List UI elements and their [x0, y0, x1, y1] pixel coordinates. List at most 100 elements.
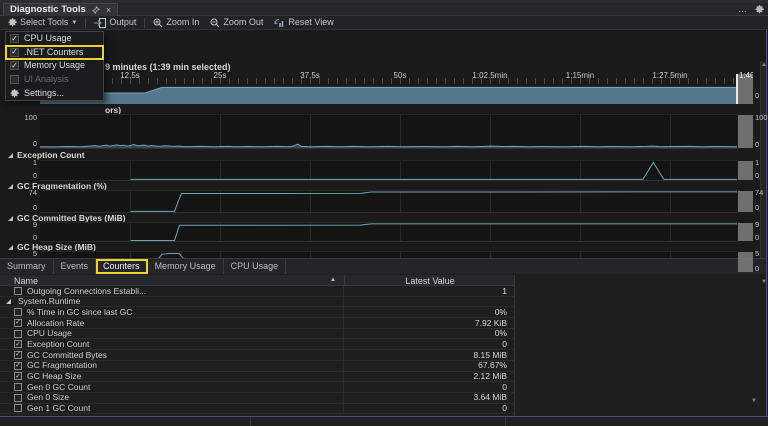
- counter-checkbox-checked[interactable]: [14, 319, 22, 327]
- counter-checkbox-unchecked[interactable]: [14, 383, 22, 391]
- menu-item-dotnet-counters[interactable]: .NET Counters: [6, 46, 103, 60]
- counter-row[interactable]: GC Heap Size2.12 MiB: [0, 372, 514, 383]
- counter-name: Allocation Rate: [27, 319, 84, 328]
- expand-icon[interactable]: [6, 299, 11, 304]
- gc-fragmentation-chart[interactable]: [40, 190, 737, 213]
- axis-label: 0: [755, 234, 767, 242]
- counter-latest-value: 0%: [344, 308, 514, 317]
- reset-view-label: Reset View: [288, 18, 333, 27]
- gutter-thumb[interactable]: [738, 252, 753, 272]
- counter-checkbox-unchecked[interactable]: [14, 394, 22, 402]
- counter-checkbox-checked[interactable]: [14, 362, 22, 370]
- cpu-section-title-fragment: ors): [105, 106, 121, 115]
- axis-label: 0: [7, 172, 37, 180]
- counter-row[interactable]: Gen 0 GC Count0: [0, 382, 514, 393]
- exception-count-section-header[interactable]: Exception Count: [8, 151, 85, 159]
- counter-checkbox-unchecked[interactable]: [14, 308, 22, 316]
- counter-row[interactable]: Allocation Rate7.92 KiB: [0, 318, 514, 329]
- diagnostics-toolbar: Select Tools ▼ Output Zoom In Zoom Out R…: [0, 16, 768, 30]
- checkbox-icon: [10, 34, 19, 43]
- counter-checkbox-checked[interactable]: [14, 372, 22, 380]
- bottom-panel: Summary Events Counters Memory Usage CPU…: [0, 258, 766, 416]
- counter-name: Gen 0 Size: [27, 393, 69, 402]
- tab-memory-usage[interactable]: Memory Usage: [148, 259, 224, 274]
- counter-name: CPU Usage: [27, 329, 72, 338]
- menu-item-label: UI Analysis: [24, 75, 69, 84]
- timeline-selection-band[interactable]: [40, 84, 737, 104]
- select-tools-button[interactable]: Select Tools ▼: [5, 17, 80, 28]
- counter-latest-value: 1: [344, 287, 514, 296]
- sort-ascending-icon[interactable]: ▲: [330, 277, 336, 283]
- tab-events[interactable]: Events: [54, 259, 97, 274]
- scroll-up-icon[interactable]: ▲: [761, 62, 767, 68]
- gutter-thumb[interactable]: [738, 191, 753, 212]
- menu-item-label: Memory Usage: [24, 61, 85, 70]
- counter-row[interactable]: Gen 0 Size3.64 MiB: [0, 393, 514, 404]
- counter-checkbox-unchecked[interactable]: [14, 287, 22, 295]
- counter-checkbox-unchecked[interactable]: [14, 330, 22, 338]
- menu-item-cpu-usage[interactable]: CPU Usage: [6, 32, 103, 46]
- collapse-icon[interactable]: [8, 153, 13, 158]
- cpu-usage-chart[interactable]: [40, 114, 737, 149]
- counter-row[interactable]: CPU Usage0%: [0, 329, 514, 340]
- tab-counters[interactable]: Counters: [96, 259, 148, 274]
- axis-label: 1: [7, 159, 37, 167]
- collapse-icon[interactable]: [8, 184, 13, 189]
- axis-label: 74: [7, 189, 37, 197]
- pin-icon[interactable]: [92, 6, 100, 14]
- axis-label: 0: [7, 234, 37, 242]
- close-icon[interactable]: ×: [106, 6, 111, 15]
- tab-label: Memory Usage: [155, 262, 216, 271]
- menu-item-ui-analysis: UI Analysis: [6, 73, 103, 87]
- cpu-right-min: 0: [755, 141, 767, 149]
- zoom-in-button[interactable]: Zoom In: [150, 17, 202, 29]
- menu-item-label: .NET Counters: [24, 48, 83, 57]
- tab-cpu-usage[interactable]: CPU Usage: [224, 259, 287, 274]
- counter-name: % Time in GC since last GC: [27, 308, 132, 317]
- counters-table-header: Name ▲ Latest Value: [0, 275, 515, 286]
- collapse-icon[interactable]: [8, 245, 13, 250]
- scroll-down-icon[interactable]: ▼: [761, 279, 767, 285]
- tab-summary[interactable]: Summary: [0, 259, 54, 274]
- collapse-icon[interactable]: [8, 216, 13, 221]
- menu-item-memory-usage[interactable]: Memory Usage: [6, 59, 103, 73]
- menu-item-settings[interactable]: Settings...: [6, 86, 103, 100]
- axis-label: 0: [755, 204, 767, 212]
- checkbox-icon: [10, 75, 19, 84]
- counter-checkbox-checked[interactable]: [14, 340, 22, 348]
- selection-edge-handle[interactable]: [736, 74, 738, 104]
- diagnostic-tools-tab[interactable]: Diagnostic Tools ×: [3, 3, 118, 16]
- checkbox-icon: [10, 48, 19, 57]
- menu-item-label: Settings...: [24, 89, 64, 98]
- counter-row[interactable]: GC Fragmentation67.67%: [0, 361, 514, 372]
- gear-icon[interactable]: [755, 5, 764, 14]
- tab-label: Counters: [103, 262, 140, 271]
- reset-view-button[interactable]: Reset View: [271, 17, 336, 29]
- column-header-name[interactable]: Name: [14, 277, 38, 286]
- cpu-section-header[interactable]: ors): [105, 106, 121, 114]
- cpu-gutter-thumb[interactable]: [738, 115, 753, 148]
- counter-row[interactable]: % Time in GC since last GC 0%: [0, 307, 514, 318]
- counter-latest-value: 8.15 MiB: [344, 351, 514, 360]
- exception-count-chart[interactable]: [40, 160, 737, 181]
- counter-latest-value: 0: [344, 404, 514, 413]
- counter-row[interactable]: Outgoing Connections Establi...1: [0, 286, 514, 297]
- counter-group-row[interactable]: System.Runtime: [0, 297, 514, 308]
- gutter-thumb[interactable]: [738, 161, 753, 180]
- counter-row[interactable]: Gen 1 GC Count0: [0, 404, 514, 415]
- diagnostic-tools-window: Diagnostic Tools × … Select Tools ▼ Outp…: [0, 0, 768, 426]
- zoom-out-button[interactable]: Zoom Out: [207, 17, 266, 29]
- column-header-latest-value[interactable]: Latest Value: [345, 277, 515, 286]
- more-options-icon[interactable]: …: [738, 5, 747, 14]
- counter-checkbox-checked[interactable]: [14, 351, 22, 359]
- counter-row[interactable]: GC Committed Bytes8.15 MiB: [0, 350, 514, 361]
- counter-checkbox-unchecked[interactable]: [14, 404, 22, 412]
- scroll-down-icon[interactable]: ▼: [751, 398, 757, 404]
- gutter-thumb[interactable]: [738, 223, 753, 241]
- gc-committed-bytes-chart[interactable]: [40, 222, 737, 242]
- timeline-tick: 37.5s: [300, 72, 320, 80]
- cpu-axis-max: 100: [7, 114, 37, 122]
- zoom-in-label: Zoom In: [166, 18, 199, 27]
- output-button[interactable]: Output: [91, 17, 139, 29]
- counter-row[interactable]: Exception Count0: [0, 339, 514, 350]
